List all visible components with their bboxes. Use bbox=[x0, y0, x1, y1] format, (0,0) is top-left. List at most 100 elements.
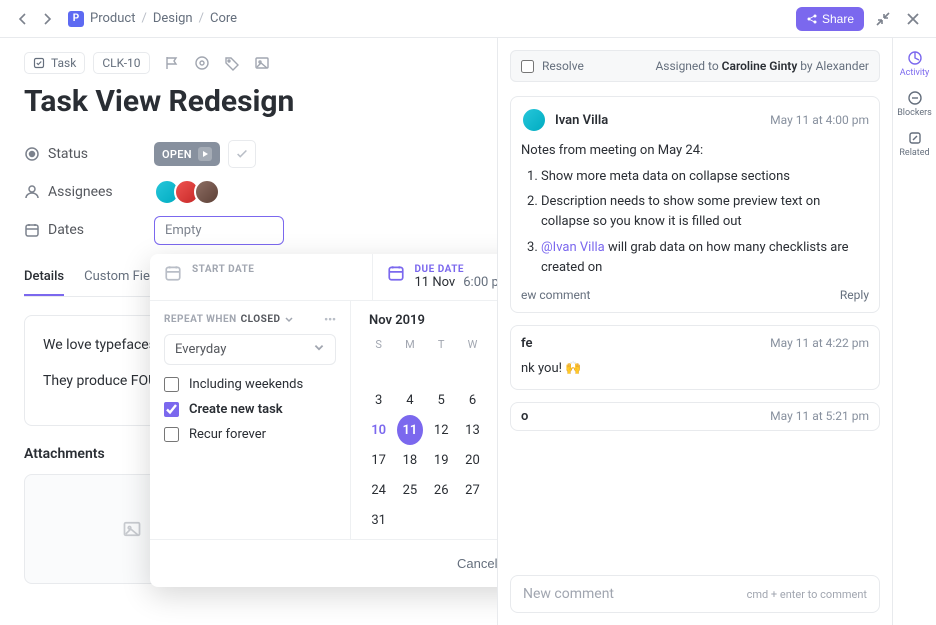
status-label: Status bbox=[48, 146, 88, 162]
tab-custom-fields[interactable]: Custom Fie bbox=[84, 259, 150, 296]
comment-author[interactable]: Ivan Villa bbox=[555, 113, 608, 128]
dates-input[interactable]: Empty bbox=[154, 216, 284, 245]
assignees-label: Assignees bbox=[48, 184, 113, 200]
resolve-bar: Resolve Assigned to Caroline Ginty by Al… bbox=[510, 50, 880, 82]
breadcrumb-item[interactable]: Design bbox=[153, 11, 193, 26]
new-comment-input[interactable]: New comment cmd + enter to comment bbox=[510, 575, 880, 613]
tag-icon[interactable] bbox=[224, 55, 240, 71]
task-title[interactable]: Task View Redesign bbox=[24, 84, 473, 119]
avatar[interactable] bbox=[194, 179, 220, 205]
task-id-chip[interactable]: CLK-10 bbox=[93, 52, 149, 74]
complete-button[interactable] bbox=[228, 140, 256, 168]
checkbox[interactable] bbox=[164, 377, 179, 392]
rail-icon bbox=[907, 130, 923, 146]
repeat-label: REPEAT WHEN bbox=[164, 314, 237, 325]
minimize-icon bbox=[875, 11, 891, 27]
due-date-label: DUE DATE bbox=[415, 264, 498, 275]
close-button[interactable] bbox=[902, 8, 924, 30]
calendar-icon bbox=[24, 222, 40, 238]
calendar-day[interactable]: 28 bbox=[491, 475, 497, 505]
calendar-day[interactable]: 12 bbox=[428, 415, 454, 445]
breadcrumb-item[interactable]: Core bbox=[210, 11, 237, 26]
comment-author[interactable]: o bbox=[521, 409, 528, 424]
check-icon bbox=[235, 147, 249, 161]
comment: fe May 11 at 4:22 pm nk you! 🙌 bbox=[510, 325, 880, 390]
rail-icon bbox=[907, 90, 923, 106]
nav-forward-button[interactable] bbox=[36, 8, 58, 30]
calendar-day[interactable]: 18 bbox=[397, 445, 423, 475]
calendar-day[interactable]: 7 bbox=[491, 385, 497, 415]
calendar-day[interactable]: 25 bbox=[397, 475, 423, 505]
cancel-button[interactable]: Cancel bbox=[443, 548, 497, 579]
calendar-month-label: Nov 2019 bbox=[369, 313, 425, 328]
avatar[interactable] bbox=[521, 107, 547, 133]
calendar-day[interactable]: 17 bbox=[366, 445, 392, 475]
collapse-button[interactable] bbox=[872, 8, 894, 30]
resolve-label[interactable]: Resolve bbox=[542, 59, 584, 73]
rail-item-blockers[interactable]: Blockers bbox=[893, 84, 936, 124]
calendar-day[interactable]: 6 bbox=[459, 385, 485, 415]
status-icon bbox=[24, 146, 40, 162]
calendar-day[interactable]: 20 bbox=[459, 445, 485, 475]
next-status-button[interactable] bbox=[198, 147, 212, 161]
comment-hint: cmd + enter to comment bbox=[747, 588, 867, 601]
calendar-day[interactable]: 5 bbox=[428, 385, 454, 415]
comment-time: May 11 at 4:00 pm bbox=[770, 113, 869, 127]
dates-label: Dates bbox=[48, 222, 84, 238]
checkbox[interactable] bbox=[164, 402, 179, 417]
comment: Ivan Villa May 11 at 4:00 pm Notes from … bbox=[510, 96, 880, 313]
calendar-day[interactable]: 3 bbox=[366, 385, 392, 415]
calendar-day[interactable]: 26 bbox=[428, 475, 454, 505]
calendar-day[interactable]: 11 bbox=[397, 415, 423, 445]
sprint-icon[interactable] bbox=[194, 55, 210, 71]
assignees-avatars[interactable] bbox=[154, 179, 220, 205]
comment: o May 11 at 5:21 pm bbox=[510, 402, 880, 431]
more-button[interactable]: ••• bbox=[324, 313, 336, 326]
tab-details[interactable]: Details bbox=[24, 259, 64, 296]
rail-item-activity[interactable]: Activity bbox=[893, 44, 936, 84]
repeat-option[interactable]: Recur forever bbox=[164, 427, 336, 442]
calendar-day[interactable]: 10 bbox=[366, 415, 392, 445]
due-date-value[interactable]: 11 Nov bbox=[415, 275, 456, 290]
assignee-link[interactable]: Caroline Ginty bbox=[722, 59, 798, 73]
image-icon bbox=[122, 519, 142, 539]
due-time-value[interactable]: 6:00 pm bbox=[463, 275, 497, 290]
comment-time: May 11 at 5:21 pm bbox=[770, 409, 869, 423]
chevron-down-icon[interactable] bbox=[284, 315, 294, 325]
start-date-label: START DATE bbox=[192, 264, 254, 275]
resolve-checkbox[interactable] bbox=[521, 60, 534, 73]
share-button[interactable]: Share bbox=[796, 7, 864, 31]
close-icon bbox=[905, 11, 921, 27]
repeat-option[interactable]: Including weekends bbox=[164, 377, 336, 392]
mention-link[interactable]: @Ivan Villa bbox=[541, 240, 605, 255]
nav-back-button[interactable] bbox=[12, 8, 34, 30]
new-comment-link[interactable]: ew comment bbox=[521, 288, 590, 302]
calendar-day[interactable]: 14 bbox=[491, 415, 497, 445]
image-icon[interactable] bbox=[254, 55, 270, 71]
flag-icon[interactable] bbox=[164, 55, 180, 71]
calendar-day[interactable]: 21 bbox=[491, 445, 497, 475]
task-type-chip[interactable]: Task bbox=[24, 52, 85, 74]
person-icon bbox=[24, 184, 40, 200]
repeat-frequency-select[interactable]: Everyday bbox=[164, 334, 336, 365]
play-icon bbox=[201, 150, 209, 158]
rail-icon bbox=[907, 50, 923, 66]
breadcrumb-item[interactable]: Product bbox=[90, 11, 135, 26]
checkbox[interactable] bbox=[164, 427, 179, 442]
repeat-option[interactable]: Create new task bbox=[164, 402, 336, 417]
breadcrumb: P Product / Design / Core bbox=[68, 11, 237, 27]
comment-author[interactable]: fe bbox=[521, 336, 532, 351]
reply-button[interactable]: Reply bbox=[840, 288, 869, 302]
calendar-day[interactable]: 4 bbox=[397, 385, 423, 415]
calendar-day[interactable]: 13 bbox=[459, 415, 485, 445]
checkbox-icon bbox=[33, 57, 45, 69]
rail-item-related[interactable]: Related bbox=[893, 124, 936, 164]
date-picker-popover: START DATE DUE DATE 11 Nov 6:00 pm ✕ bbox=[150, 254, 497, 587]
chevron-left-icon bbox=[15, 11, 31, 27]
comment-time: May 11 at 4:22 pm bbox=[770, 336, 869, 350]
calendar-day[interactable]: 24 bbox=[366, 475, 392, 505]
calendar-day[interactable]: 27 bbox=[459, 475, 485, 505]
calendar-day[interactable]: 31 bbox=[366, 505, 392, 535]
status-chip[interactable]: OPEN bbox=[154, 142, 220, 166]
calendar-day[interactable]: 19 bbox=[428, 445, 454, 475]
